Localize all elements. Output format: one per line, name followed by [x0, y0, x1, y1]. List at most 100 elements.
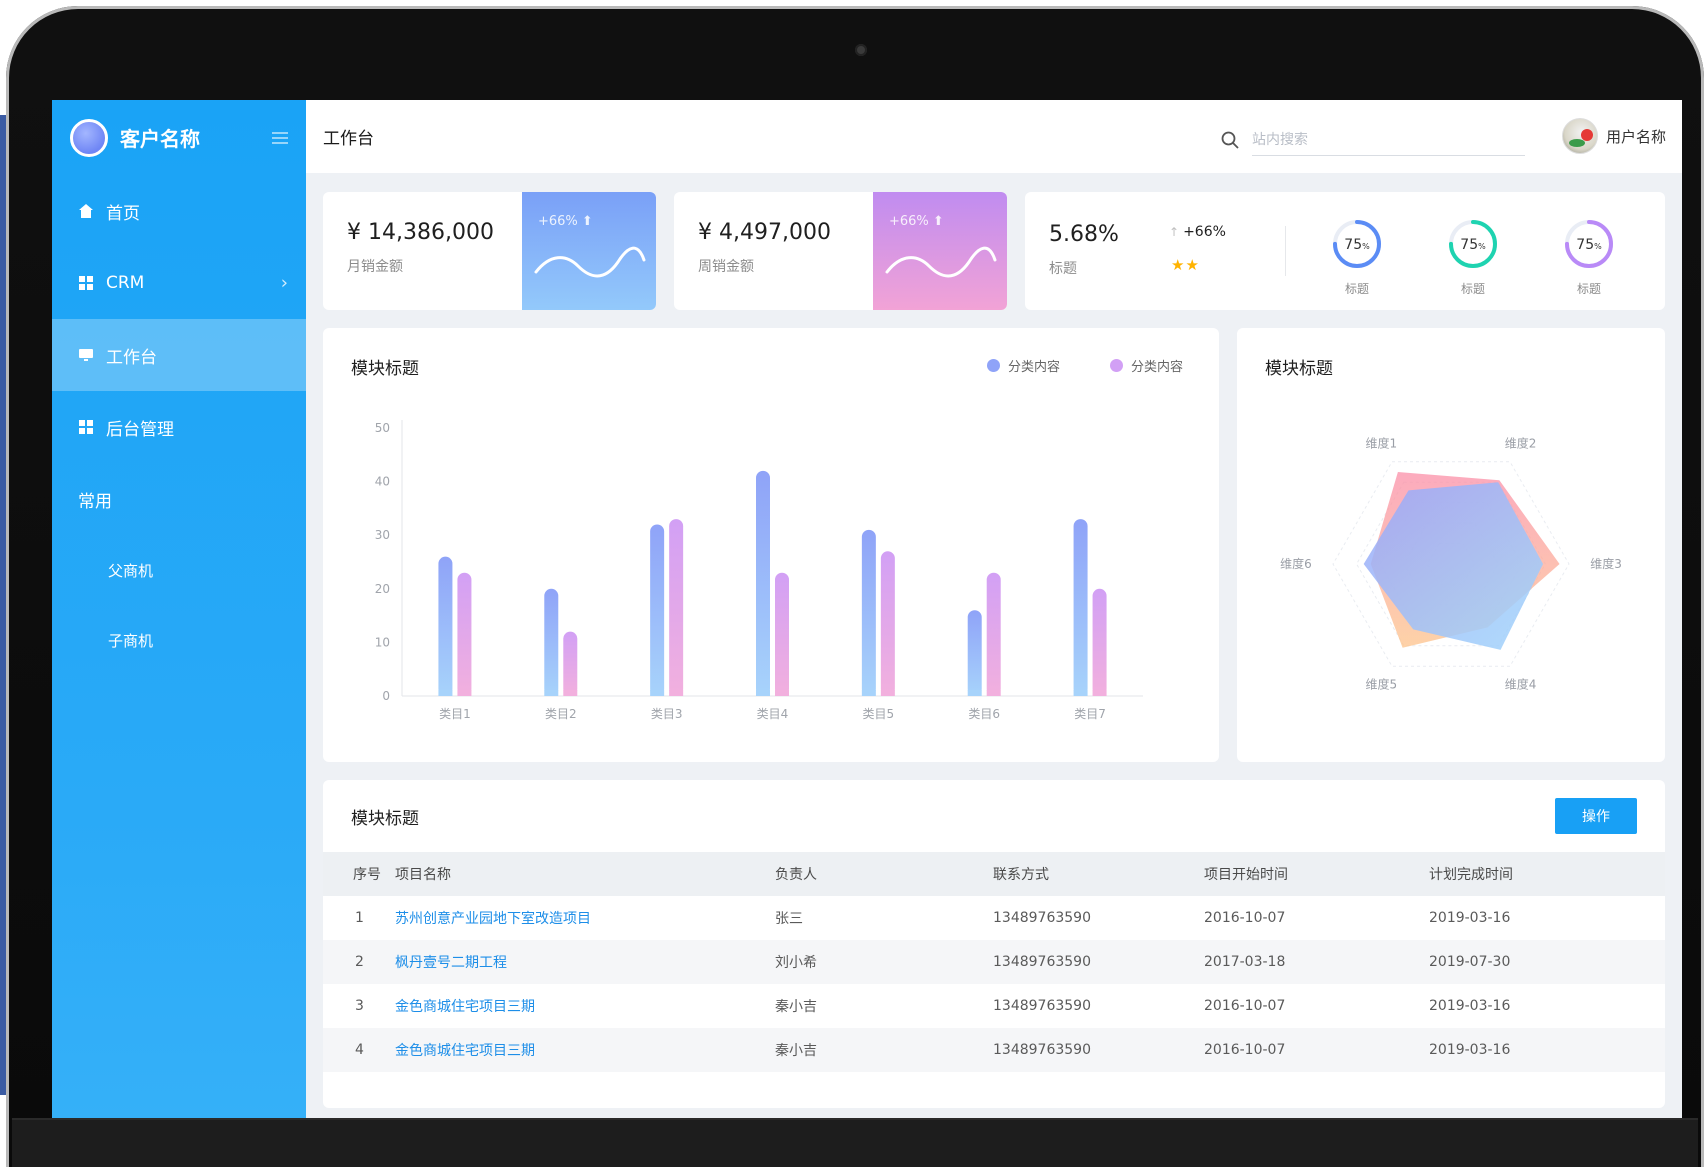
- progress-ring-1: 75% 标题: [1329, 216, 1385, 297]
- x-tick-label: 类目4: [757, 707, 789, 721]
- y-tick-label: 30: [375, 528, 390, 542]
- bar[interactable]: [563, 631, 578, 696]
- avatar[interactable]: [1561, 118, 1598, 154]
- table-row[interactable]: 1 苏州创意产业园地下室改造项目 张三 13489763590 2016-10-…: [323, 896, 1665, 940]
- bar-base: [967, 690, 982, 696]
- bar-base: [544, 690, 559, 696]
- bar[interactable]: [1092, 588, 1107, 696]
- bar[interactable]: [775, 572, 789, 696]
- trend-wave-icon: [885, 246, 997, 278]
- monitor-icon: [78, 347, 94, 363]
- search-icon[interactable]: [1220, 130, 1240, 150]
- column-header[interactable]: 负责人: [775, 852, 993, 896]
- sidebar-item-crm[interactable]: CRM ›: [52, 247, 306, 319]
- device-frame: 客户名称 首页 CRM › 工作台 后台管理 常用 父商机 子商机 工作台 站内…: [0, 0, 1704, 1167]
- sidebar-item-home[interactable]: 首页: [52, 175, 306, 247]
- action-button[interactable]: 操作: [1555, 798, 1637, 834]
- grid-icon: [78, 419, 94, 435]
- bar[interactable]: [669, 519, 684, 696]
- bar[interactable]: [1073, 519, 1088, 696]
- y-tick-label: 50: [375, 421, 390, 435]
- table-row[interactable]: 2 枫丹壹号二期工程 刘小希 13489763590 2017-03-18 20…: [323, 940, 1665, 984]
- bar-base: [563, 690, 578, 696]
- user-menu[interactable]: 用户名称: [1561, 118, 1666, 154]
- project-link[interactable]: 枫丹壹号二期工程: [395, 940, 775, 984]
- x-tick-label: 类目3: [651, 707, 683, 721]
- cell-index: 1: [355, 910, 364, 926]
- bar[interactable]: [756, 470, 770, 696]
- column-header[interactable]: 项目名称: [395, 852, 775, 896]
- sidebar-item-admin[interactable]: 后台管理: [52, 391, 306, 463]
- column-header[interactable]: 项目开始时间: [1204, 852, 1429, 896]
- column-header[interactable]: 序号: [323, 852, 395, 896]
- kpi-card-weekly: ¥ 4,497,000 周销金额 +66% ⬆: [674, 192, 1007, 310]
- arrow-up-icon: ↑: [1169, 225, 1180, 239]
- progress-ring-3: 75% 标题: [1561, 216, 1617, 297]
- background-strip: [0, 115, 6, 1095]
- project-table: 序号 项目名称 负责人 联系方式 项目开始时间 计划完成时间 1 苏州创意产业园…: [323, 852, 1665, 1072]
- cell-end-date: 2019-07-30: [1429, 940, 1665, 984]
- cell-start-date: 2016-10-07: [1204, 910, 1286, 926]
- table-row[interactable]: 4 金色商城住宅项目三期 秦小吉 13489763590 2016-10-07 …: [323, 1028, 1665, 1072]
- bar[interactable]: [544, 588, 559, 696]
- sidebar-item-workbench[interactable]: 工作台: [52, 319, 306, 391]
- bar[interactable]: [880, 551, 895, 696]
- x-tick-label: 类目6: [968, 707, 1000, 721]
- bar-base: [650, 690, 665, 696]
- ring-label: 标题: [1460, 282, 1485, 296]
- bar-chart: 0 10 20 30 40 50 类目1 类目2 类目3 类目4 类目5 类目6 类目7: [375, 420, 1143, 721]
- brand-row: 客户名称: [52, 100, 306, 175]
- bar[interactable]: [967, 610, 982, 696]
- cell-owner: 秦小吉: [775, 1028, 993, 1072]
- cell-phone: 13489763590: [993, 910, 1091, 926]
- sidebar-subitem-child-opportunity[interactable]: 子商机: [52, 605, 306, 675]
- bar[interactable]: [438, 556, 453, 696]
- sidebar-subitem-parent-opportunity[interactable]: 父商机: [52, 535, 306, 605]
- bar[interactable]: [457, 572, 472, 696]
- project-link[interactable]: 金色商城住宅项目三期: [395, 984, 775, 1028]
- brand-name: 客户名称: [120, 127, 200, 151]
- bar[interactable]: [861, 529, 876, 696]
- ring-value: 75%: [1460, 237, 1486, 253]
- column-header[interactable]: 计划完成时间: [1429, 852, 1665, 896]
- table-row[interactable]: 3 金色商城住宅项目三期 秦小吉 13489763590 2016-10-07 …: [323, 984, 1665, 1028]
- cell-owner: 秦小吉: [775, 999, 817, 1015]
- bar-base: [457, 690, 472, 696]
- ring-label: 标题: [1576, 282, 1601, 296]
- project-link[interactable]: 金色商城住宅项目三期: [395, 1028, 775, 1072]
- x-tick-label: 类目7: [1074, 707, 1106, 721]
- radar-axis-label: 维度5: [1366, 677, 1398, 692]
- kpi-trend-panel: +66% ⬆: [873, 192, 1007, 310]
- kpi-change-value: +66%: [1183, 224, 1226, 240]
- bar[interactable]: [986, 572, 1001, 696]
- bar-base: [669, 690, 684, 696]
- y-tick-label: 10: [375, 635, 390, 649]
- cell-index: 3: [355, 998, 364, 1014]
- project-link[interactable]: 苏州创意产业园地下室改造项目: [395, 896, 775, 940]
- cell-owner: 刘小希: [775, 940, 993, 984]
- search-input[interactable]: [1252, 124, 1525, 156]
- rating-stars: ★★: [1171, 256, 1200, 274]
- cell-start-date: 2017-03-18: [1204, 940, 1429, 984]
- bar-base: [1092, 690, 1107, 696]
- bar[interactable]: [650, 524, 665, 696]
- progress-ring-2: 75% 标题: [1445, 216, 1501, 297]
- kpi-change: ↑ +66%: [1169, 224, 1226, 240]
- bar-chart-panel: 模块标题 分类内容 分类内容 0 10 20 30 40 50 类目1 类目2 类目3 类目4 类目…: [323, 328, 1219, 762]
- grid-icon: [78, 275, 94, 291]
- bar-base: [1073, 690, 1088, 696]
- bar-base: [880, 690, 895, 696]
- radar-axis-label: 维度2: [1505, 435, 1537, 450]
- sidebar-item-label: CRM: [106, 273, 145, 293]
- column-header[interactable]: 联系方式: [993, 852, 1204, 896]
- kpi-change-badge: +66% ⬆: [889, 214, 944, 229]
- menu-collapse-icon[interactable]: [272, 131, 288, 144]
- cell-index: 2: [323, 940, 395, 984]
- sidebar-item-label: 工作台: [106, 347, 157, 368]
- sidebar-item-label: 首页: [106, 203, 140, 224]
- kpi-label: 标题: [1049, 261, 1077, 277]
- cell-index: 4: [323, 1028, 395, 1072]
- ring-chart: 75%: [1449, 220, 1497, 268]
- table-header-row: 序号 项目名称 负责人 联系方式 项目开始时间 计划完成时间: [323, 852, 1665, 896]
- y-tick-label: 40: [375, 475, 390, 489]
